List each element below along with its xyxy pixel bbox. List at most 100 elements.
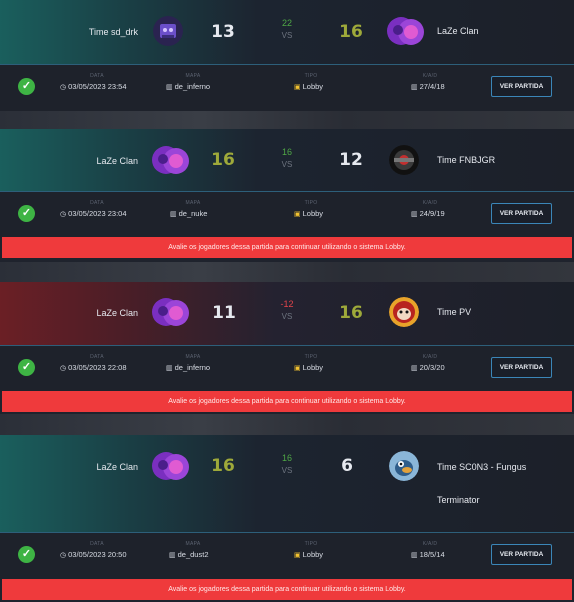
map-text: de_dust2 bbox=[177, 550, 209, 559]
vs-label: VS bbox=[281, 312, 293, 321]
check-icon: ✓ bbox=[18, 205, 35, 222]
left-score: 16 bbox=[211, 456, 235, 476]
view-match-button[interactable]: VER PARTIDA bbox=[491, 544, 552, 565]
trophy-icon: ▣ bbox=[294, 210, 301, 218]
kad-label: K/A/D bbox=[422, 354, 438, 360]
map-value: ▥ de_inferno bbox=[166, 82, 210, 91]
match-header: LaZe Clan 16 16 VS 12 Time FNBJGR bbox=[0, 129, 574, 192]
bar-chart-icon: ▥ bbox=[411, 364, 418, 372]
match-header: Time sd_drk 13 22 VS 16 LaZe Clan bbox=[0, 0, 574, 65]
match-card: Time sd_drk 13 22 VS 16 LaZe Clan ✓ DATA… bbox=[0, 0, 574, 111]
view-match-button[interactable]: VER PARTIDA bbox=[491, 76, 552, 97]
right-team-name: LaZe Clan bbox=[437, 26, 479, 36]
type-label: TIPO bbox=[304, 200, 318, 206]
map-value: ▥ de_dust2 bbox=[169, 550, 209, 559]
vs-label: VS bbox=[281, 31, 293, 40]
kad-text: 27/4/18 bbox=[419, 82, 445, 91]
type-value: ▣ Lobby bbox=[294, 209, 323, 218]
right-team-name: Time PV bbox=[437, 307, 472, 317]
background-gap bbox=[0, 110, 574, 129]
map-label: MAPA bbox=[185, 354, 201, 360]
trophy-icon: ▣ bbox=[294, 83, 301, 91]
vs-label: VS bbox=[281, 466, 293, 475]
background-gap bbox=[0, 262, 574, 282]
bar-chart-icon: ▥ bbox=[411, 551, 418, 559]
date-text: 03/05/2023 23:04 bbox=[68, 209, 127, 218]
type-text: Lobby bbox=[302, 82, 324, 91]
date-label: DATA bbox=[90, 73, 104, 79]
map-text: de_nuke bbox=[178, 209, 208, 218]
match-card: LaZe Clan 11 -12 VS 16 Time PV ✓ DATA ◷ 0… bbox=[0, 282, 574, 414]
kad-value: ▥ 20/3/20 bbox=[411, 363, 445, 372]
team-logo-icon bbox=[386, 16, 426, 46]
left-team-name: LaZe Clan bbox=[96, 308, 138, 318]
right-team-name-line2: Terminator bbox=[437, 495, 480, 505]
team-logo-icon bbox=[389, 297, 419, 327]
right-score: 12 bbox=[339, 150, 363, 170]
match-card: LaZe Clan 16 16 VS 12 Time FNBJGR ✓ DATA… bbox=[0, 129, 574, 262]
date-label: DATA bbox=[90, 200, 104, 206]
kad-text: 18/5/14 bbox=[419, 550, 445, 559]
clock-icon: ◷ bbox=[60, 210, 67, 218]
left-team-name: LaZe Clan bbox=[96, 156, 138, 166]
map-value: ▥ de_nuke bbox=[170, 209, 207, 218]
clock-icon: ◷ bbox=[60, 83, 67, 91]
kad-label: K/A/D bbox=[422, 200, 438, 206]
team-logo-icon bbox=[389, 451, 419, 481]
match-details: ✓ DATA ◷ 03/05/2023 22:08 MAPA ▥ de_infern… bbox=[0, 346, 574, 392]
kad-value: ▥ 18/5/14 bbox=[411, 550, 445, 559]
match-header: LaZe Clan 11 -12 VS 16 Time PV bbox=[0, 282, 574, 346]
match-details: ✓ DATA ◷ 03/05/2023 20:50 MAPA ▥ de_dust2 … bbox=[0, 533, 574, 579]
date-text: 03/05/2023 22:08 bbox=[68, 363, 127, 372]
match-header: LaZe Clan 16 16 VS 6 Time SC0N3 - Fungus… bbox=[0, 435, 574, 533]
kad-value: ▥ 27/4/18 bbox=[411, 82, 445, 91]
kad-value: ▥ 24/9/19 bbox=[411, 209, 445, 218]
bar-chart-icon: ▥ bbox=[411, 210, 418, 218]
team-logo-icon bbox=[153, 16, 183, 46]
date-text: 03/05/2023 20:50 bbox=[68, 550, 127, 559]
date-value: ◷ 03/05/2023 20:50 bbox=[60, 550, 127, 559]
map-icon: ▥ bbox=[166, 364, 173, 372]
team-logo-icon bbox=[389, 145, 419, 175]
background-gap bbox=[0, 414, 574, 435]
type-value: ▣ Lobby bbox=[294, 363, 323, 372]
kad-label: K/A/D bbox=[422, 541, 438, 547]
rating-alert[interactable]: Avalie os jogadores dessa partida para c… bbox=[2, 579, 572, 600]
left-team-name: LaZe Clan bbox=[96, 462, 138, 472]
view-match-button[interactable]: VER PARTIDA bbox=[491, 357, 552, 378]
date-value: ◷ 03/05/2023 22:08 bbox=[60, 363, 127, 372]
right-score: 16 bbox=[339, 303, 363, 323]
right-team-name: Time FNBJGR bbox=[437, 155, 496, 165]
map-icon: ▥ bbox=[170, 210, 177, 218]
map-icon: ▥ bbox=[166, 83, 173, 91]
vs-label: VS bbox=[281, 160, 293, 169]
score-diff: -12 bbox=[280, 299, 294, 309]
type-label: TIPO bbox=[304, 354, 318, 360]
team-logo-icon bbox=[151, 451, 191, 481]
match-card: LaZe Clan 16 16 VS 6 Time SC0N3 - Fungus… bbox=[0, 435, 574, 602]
clock-icon: ◷ bbox=[60, 551, 67, 559]
check-icon: ✓ bbox=[18, 78, 35, 95]
kad-text: 20/3/20 bbox=[419, 363, 445, 372]
view-match-button[interactable]: VER PARTIDA bbox=[491, 203, 552, 224]
map-label: MAPA bbox=[185, 200, 201, 206]
check-icon: ✓ bbox=[18, 359, 35, 376]
type-value: ▣ Lobby bbox=[294, 82, 323, 91]
type-text: Lobby bbox=[302, 550, 324, 559]
left-score: 13 bbox=[211, 22, 235, 42]
rating-alert[interactable]: Avalie os jogadores dessa partida para c… bbox=[2, 237, 572, 258]
clock-icon: ◷ bbox=[60, 364, 67, 372]
rating-alert[interactable]: Avalie os jogadores dessa partida para c… bbox=[2, 391, 572, 412]
score-diff: 16 bbox=[281, 147, 292, 157]
map-value: ▥ de_inferno bbox=[166, 363, 210, 372]
left-score: 16 bbox=[211, 150, 235, 170]
type-text: Lobby bbox=[302, 363, 324, 372]
bar-chart-icon: ▥ bbox=[411, 83, 418, 91]
team-logo-icon bbox=[151, 145, 191, 175]
date-value: ◷ 03/05/2023 23:04 bbox=[60, 209, 127, 218]
score-diff: 22 bbox=[281, 18, 292, 28]
left-score: 11 bbox=[212, 303, 236, 323]
date-text: 03/05/2023 23:54 bbox=[68, 82, 127, 91]
right-team-name: Time SC0N3 - Fungus bbox=[437, 462, 527, 472]
type-label: TIPO bbox=[304, 73, 318, 79]
